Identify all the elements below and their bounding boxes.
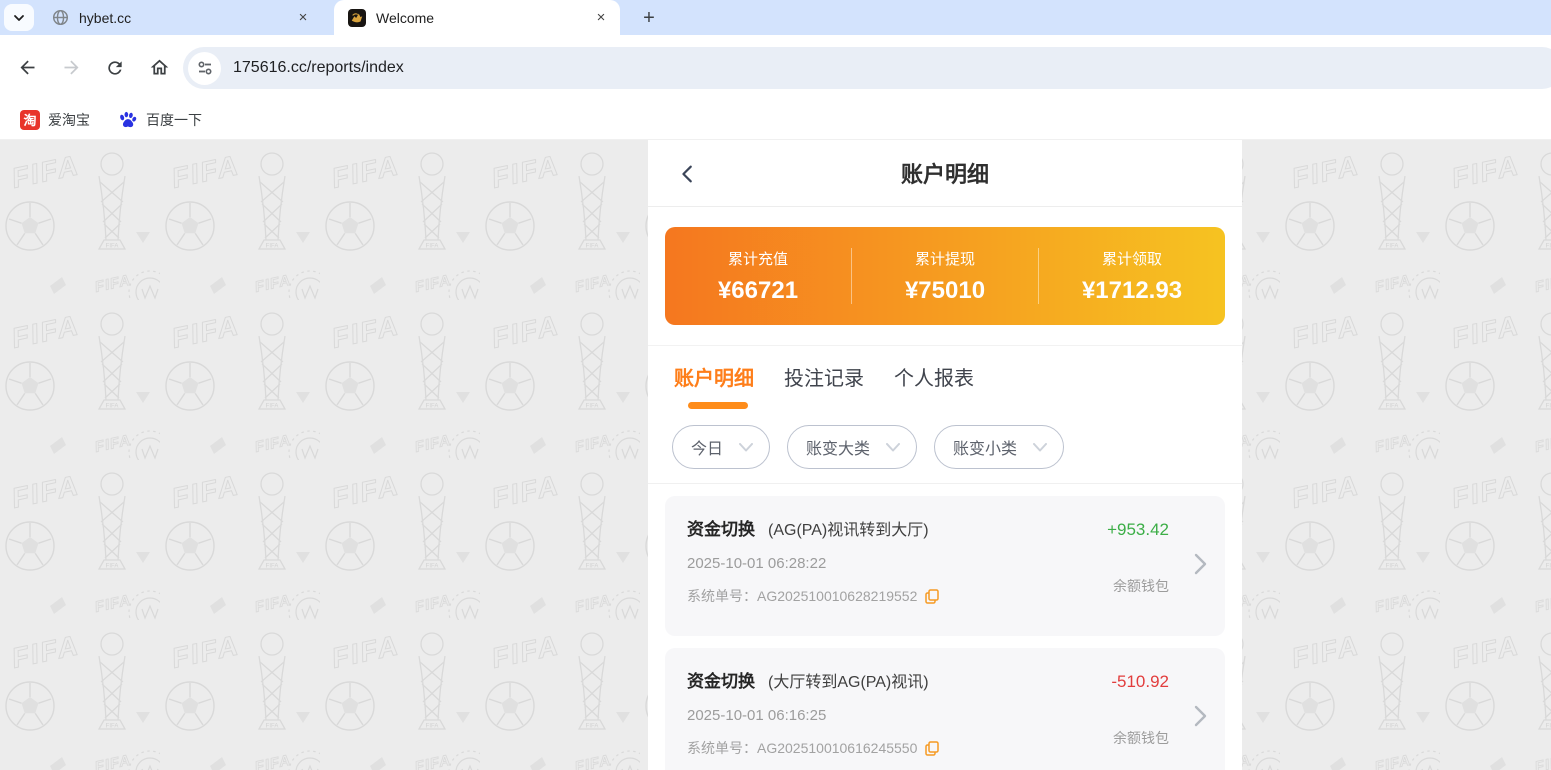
copy-icon[interactable] <box>925 589 939 604</box>
stat-label: 累计提现 <box>852 248 1038 269</box>
transaction-row[interactable]: 资金切换 (AG(PA)视讯转到大厅) 2025-10-01 06:28:22 … <box>665 496 1225 636</box>
forward-arrow-icon <box>61 57 82 78</box>
stats-section: 累计充值 ¥66721 累计提现 ¥75010 累计领取 ¥1712.93 <box>648 207 1242 346</box>
stat-label: 累计领取 <box>1039 248 1225 269</box>
bookmark-baidu[interactable]: 百度一下 <box>110 106 210 134</box>
welcome-favicon-icon <box>348 9 366 27</box>
stat-total-claimed: 累计领取 ¥1712.93 <box>1039 248 1225 305</box>
url-text[interactable]: 175616.cc/reports/index <box>233 59 404 77</box>
browser-tab-hybet[interactable]: hybet.cc × <box>38 0 322 35</box>
tab-title: hybet.cc <box>79 10 294 26</box>
copy-icon[interactable] <box>925 741 939 756</box>
transaction-type: 资金切换 <box>687 515 755 540</box>
order-number-value: AG202510010616245550 <box>757 740 917 756</box>
transaction-amount: -510.92 <box>1111 672 1169 692</box>
reload-button[interactable] <box>98 51 132 85</box>
transaction-detail: (AG(PA)视讯转到大厅) <box>768 516 929 540</box>
tab-close-button[interactable]: × <box>294 9 312 27</box>
order-number-value: AG202510010628219552 <box>757 588 917 604</box>
tab-bet-records[interactable]: 投注记录 <box>784 362 864 391</box>
stat-total-deposit: 累计充值 ¥66721 <box>665 248 851 305</box>
bookmarks-bar: 淘 爱淘宝 百度一下 <box>0 100 1551 140</box>
browser-toolbar: 175616.cc/reports/index <box>0 35 1551 100</box>
filter-date-dropdown[interactable]: 今日 <box>672 425 770 469</box>
taobao-icon: 淘 <box>20 110 40 130</box>
page-title: 账户明细 <box>901 157 989 189</box>
stat-label: 累计充值 <box>665 248 851 269</box>
site-settings-icon <box>197 60 213 76</box>
totals-card: 累计充值 ¥66721 累计提现 ¥75010 累计领取 ¥1712.93 <box>665 227 1225 325</box>
filter-row: 今日 账变大类 账变小类 <box>648 423 1242 484</box>
transaction-amount: +953.42 <box>1107 520 1169 540</box>
bookmark-taobao[interactable]: 淘 爱淘宝 <box>12 106 98 134</box>
back-chevron-button[interactable] <box>674 160 702 188</box>
bookmark-label: 百度一下 <box>146 110 202 130</box>
order-number-label: 系统单号： <box>687 586 757 606</box>
reload-icon <box>105 58 125 78</box>
page-viewport: FIFA FIFA FIFA <box>0 140 1551 770</box>
stat-value: ¥66721 <box>665 277 851 305</box>
chevron-right-icon[interactable] <box>1194 704 1207 733</box>
globe-icon <box>52 9 69 26</box>
baidu-paw-icon <box>118 110 138 130</box>
address-bar[interactable]: 175616.cc/reports/index <box>183 47 1551 89</box>
chevron-down-icon <box>12 11 26 25</box>
transaction-detail: (大厅转到AG(PA)视讯) <box>768 668 929 692</box>
new-tab-button[interactable]: + <box>636 5 662 31</box>
filter-label: 账变大类 <box>806 435 870 459</box>
report-tabs: 账户明细 投注记录 个人报表 <box>648 346 1242 423</box>
browser-tab-welcome[interactable]: Welcome × <box>334 0 620 35</box>
transaction-type: 资金切换 <box>687 667 755 692</box>
back-button[interactable] <box>10 51 44 85</box>
back-arrow-icon <box>17 57 38 78</box>
tab-title: Welcome <box>376 10 592 26</box>
transaction-list: 资金切换 (AG(PA)视讯转到大厅) 2025-10-01 06:28:22 … <box>648 484 1242 770</box>
tab-close-button[interactable]: × <box>592 9 610 27</box>
filter-major-type-dropdown[interactable]: 账变大类 <box>787 425 917 469</box>
filter-label: 账变小类 <box>953 435 1017 459</box>
account-detail-panel: 账户明细 累计充值 ¥66721 累计提现 ¥75010 累计领取 ¥1712.… <box>648 140 1242 770</box>
chevron-left-icon <box>677 163 699 185</box>
forward-button[interactable] <box>54 51 88 85</box>
active-tab-underline <box>688 402 748 409</box>
panel-header: 账户明细 <box>648 140 1242 207</box>
bookmark-label: 爱淘宝 <box>48 110 90 130</box>
transaction-row[interactable]: 资金切换 (大厅转到AG(PA)视讯) 2025-10-01 06:16:25 … <box>665 648 1225 770</box>
tab-personal-report[interactable]: 个人报表 <box>894 362 974 391</box>
wallet-type: 余额钱包 <box>1111 728 1169 748</box>
home-icon <box>149 57 170 78</box>
site-settings-button[interactable] <box>188 52 221 85</box>
stat-total-withdraw: 累计提现 ¥75010 <box>852 248 1038 305</box>
chevron-down-icon <box>739 443 753 452</box>
filter-minor-type-dropdown[interactable]: 账变小类 <box>934 425 1064 469</box>
home-button[interactable] <box>142 51 176 85</box>
browser-tab-strip: hybet.cc × Welcome × + <box>0 0 1551 35</box>
order-number-label: 系统单号： <box>687 738 757 758</box>
chevron-down-icon <box>886 443 900 452</box>
stat-value: ¥75010 <box>852 277 1038 305</box>
chevron-down-icon <box>1033 443 1047 452</box>
chevron-right-icon[interactable] <box>1194 552 1207 581</box>
tab-account-detail[interactable]: 账户明细 <box>674 362 754 391</box>
wallet-type: 余额钱包 <box>1107 576 1169 596</box>
tab-search-button[interactable] <box>4 4 34 31</box>
stat-value: ¥1712.93 <box>1039 277 1225 305</box>
filter-label: 今日 <box>691 435 723 459</box>
